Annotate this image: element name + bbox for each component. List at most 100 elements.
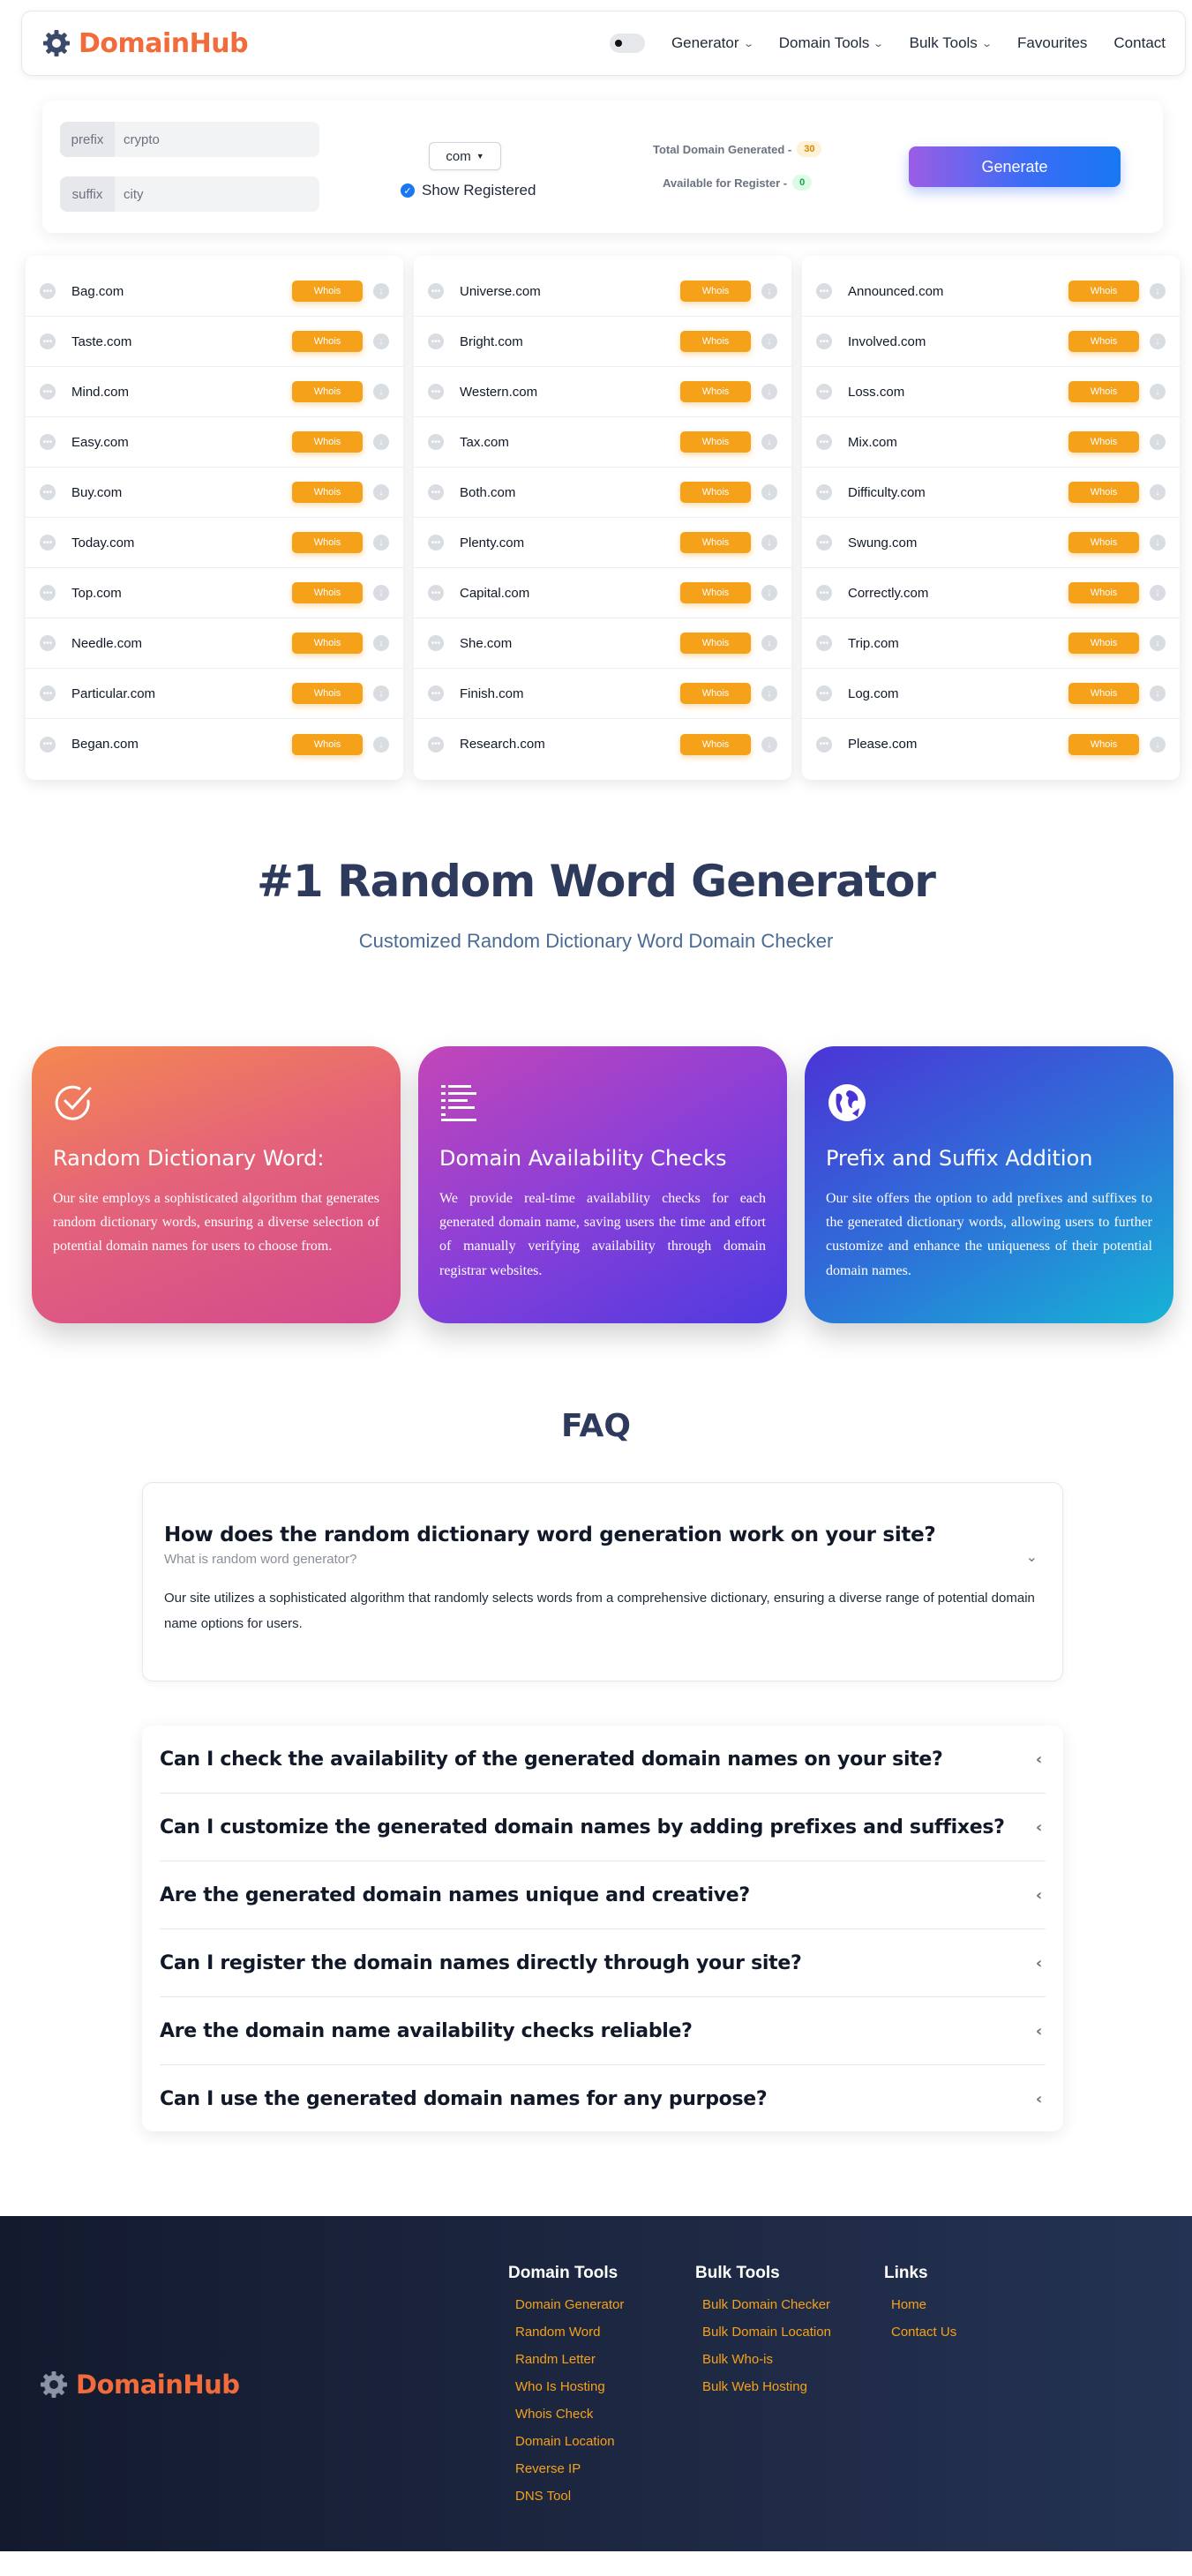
- more-icon[interactable]: •••: [816, 434, 832, 450]
- download-icon[interactable]: ↓: [1150, 535, 1166, 550]
- faq-item-expanded[interactable]: How does the random dictionary word gene…: [142, 1482, 1063, 1681]
- whois-button[interactable]: Whois: [1068, 482, 1139, 503]
- more-icon[interactable]: •••: [428, 283, 444, 299]
- more-icon[interactable]: •••: [816, 585, 832, 601]
- faq-item[interactable]: Can I register the domain names directly…: [160, 1929, 1046, 1997]
- download-icon[interactable]: ↓: [761, 736, 777, 753]
- whois-button[interactable]: Whois: [1068, 532, 1139, 553]
- download-icon[interactable]: ↓: [373, 736, 389, 753]
- download-icon[interactable]: ↓: [761, 333, 777, 349]
- nav-item-contact[interactable]: Contact: [1113, 34, 1166, 52]
- suffix-input[interactable]: city: [115, 187, 144, 202]
- nav-item-bulk-tools[interactable]: Bulk Tools ⌄: [910, 34, 993, 52]
- more-icon[interactable]: •••: [40, 535, 56, 550]
- download-icon[interactable]: ↓: [761, 635, 777, 651]
- download-icon[interactable]: ↓: [373, 434, 389, 450]
- whois-button[interactable]: Whois: [680, 683, 751, 704]
- faq-item[interactable]: Can I use the generated domain names for…: [160, 2065, 1046, 2133]
- whois-button[interactable]: Whois: [1068, 633, 1139, 654]
- footer-link[interactable]: Bulk Domain Location: [702, 2325, 831, 2340]
- download-icon[interactable]: ↓: [373, 283, 389, 299]
- whois-button[interactable]: Whois: [1068, 582, 1139, 603]
- whois-button[interactable]: Whois: [292, 582, 363, 603]
- footer-link[interactable]: Bulk Web Hosting: [702, 2379, 831, 2394]
- footer-link[interactable]: Contact Us: [891, 2325, 956, 2340]
- footer-link[interactable]: Randm Letter: [515, 2352, 624, 2367]
- whois-button[interactable]: Whois: [680, 532, 751, 553]
- more-icon[interactable]: •••: [428, 535, 444, 550]
- more-icon[interactable]: •••: [40, 283, 56, 299]
- whois-button[interactable]: Whois: [680, 633, 751, 654]
- whois-button[interactable]: Whois: [1068, 331, 1139, 352]
- tld-select[interactable]: com ▼: [429, 142, 501, 170]
- more-icon[interactable]: •••: [428, 434, 444, 450]
- whois-button[interactable]: Whois: [292, 281, 363, 302]
- footer-link[interactable]: Who Is Hosting: [515, 2379, 624, 2394]
- whois-button[interactable]: Whois: [292, 381, 363, 402]
- whois-button[interactable]: Whois: [680, 482, 751, 503]
- nav-item-generator[interactable]: Generator ⌄: [671, 34, 754, 52]
- whois-button[interactable]: Whois: [680, 582, 751, 603]
- download-icon[interactable]: ↓: [1150, 333, 1166, 349]
- whois-button[interactable]: Whois: [1068, 431, 1139, 453]
- more-icon[interactable]: •••: [816, 535, 832, 550]
- download-icon[interactable]: ↓: [1150, 635, 1166, 651]
- more-icon[interactable]: •••: [428, 484, 444, 500]
- more-icon[interactable]: •••: [816, 333, 832, 349]
- nav-item-favourites[interactable]: Favourites: [1017, 34, 1087, 52]
- whois-button[interactable]: Whois: [292, 532, 363, 553]
- show-registered-checkbox[interactable]: ✓ Show Registered: [401, 182, 536, 199]
- whois-button[interactable]: Whois: [292, 431, 363, 453]
- footer-link[interactable]: Bulk Who-is: [702, 2352, 831, 2367]
- download-icon[interactable]: ↓: [373, 333, 389, 349]
- more-icon[interactable]: •••: [428, 333, 444, 349]
- more-icon[interactable]: •••: [40, 333, 56, 349]
- more-icon[interactable]: •••: [816, 635, 832, 651]
- more-icon[interactable]: •••: [40, 635, 56, 651]
- download-icon[interactable]: ↓: [373, 384, 389, 400]
- more-icon[interactable]: •••: [428, 685, 444, 701]
- footer-link[interactable]: Domain Generator: [515, 2297, 624, 2312]
- faq-item[interactable]: Can I check the availability of the gene…: [160, 1726, 1046, 1793]
- more-icon[interactable]: •••: [40, 585, 56, 601]
- download-icon[interactable]: ↓: [761, 434, 777, 450]
- suffix-field[interactable]: suffix city: [60, 176, 319, 212]
- more-icon[interactable]: •••: [816, 685, 832, 701]
- whois-button[interactable]: Whois: [680, 331, 751, 352]
- download-icon[interactable]: ↓: [373, 635, 389, 651]
- download-icon[interactable]: ↓: [761, 685, 777, 701]
- footer-link[interactable]: Bulk Domain Checker: [702, 2297, 831, 2312]
- download-icon[interactable]: ↓: [1150, 585, 1166, 601]
- more-icon[interactable]: •••: [816, 736, 832, 753]
- more-icon[interactable]: •••: [816, 384, 832, 400]
- download-icon[interactable]: ↓: [373, 585, 389, 601]
- faq-item[interactable]: Are the domain name availability checks …: [160, 1997, 1046, 2065]
- download-icon[interactable]: ↓: [761, 585, 777, 601]
- more-icon[interactable]: •••: [40, 685, 56, 701]
- more-icon[interactable]: •••: [428, 736, 444, 753]
- more-icon[interactable]: •••: [40, 384, 56, 400]
- whois-button[interactable]: Whois: [292, 331, 363, 352]
- footer-link[interactable]: Whois Check: [515, 2407, 624, 2422]
- footer-link[interactable]: Home: [891, 2297, 956, 2312]
- whois-button[interactable]: Whois: [1068, 381, 1139, 402]
- prefix-field[interactable]: prefix crypto: [60, 122, 319, 157]
- download-icon[interactable]: ↓: [373, 685, 389, 701]
- download-icon[interactable]: ↓: [761, 535, 777, 550]
- whois-button[interactable]: Whois: [1068, 281, 1139, 302]
- more-icon[interactable]: •••: [816, 484, 832, 500]
- footer-link[interactable]: DNS Tool: [515, 2489, 624, 2504]
- theme-toggle[interactable]: [609, 34, 645, 53]
- whois-button[interactable]: Whois: [292, 633, 363, 654]
- download-icon[interactable]: ↓: [1150, 685, 1166, 701]
- footer-link[interactable]: Domain Location: [515, 2434, 624, 2449]
- footer-link[interactable]: Random Word: [515, 2325, 624, 2340]
- download-icon[interactable]: ↓: [761, 384, 777, 400]
- download-icon[interactable]: ↓: [373, 484, 389, 500]
- footer-logo[interactable]: DomainHub: [39, 2370, 240, 2400]
- download-icon[interactable]: ↓: [761, 484, 777, 500]
- download-icon[interactable]: ↓: [1150, 434, 1166, 450]
- whois-button[interactable]: Whois: [292, 482, 363, 503]
- download-icon[interactable]: ↓: [373, 535, 389, 550]
- download-icon[interactable]: ↓: [1150, 736, 1166, 753]
